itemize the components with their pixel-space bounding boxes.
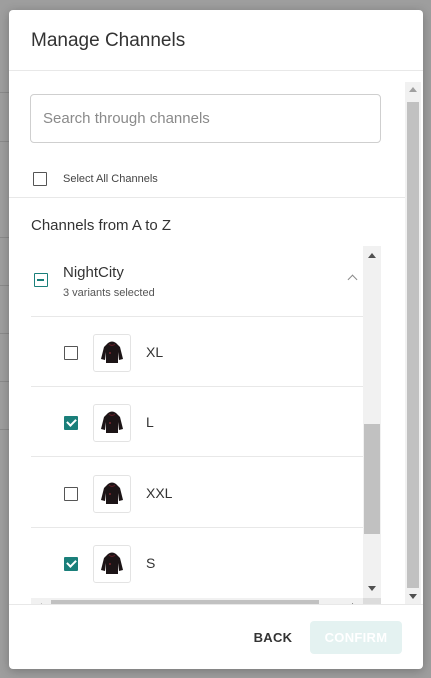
variant-row[interactable]: L	[31, 387, 363, 457]
dialog-scrollbar[interactable]	[405, 82, 421, 604]
section-divider	[9, 197, 405, 198]
variant-checkbox[interactable]	[64, 557, 78, 571]
confirm-button[interactable]: CONFIRM	[310, 621, 402, 654]
channel-list-vertical-scrollbar[interactable]	[363, 246, 381, 598]
variant-checkbox[interactable]	[64, 416, 78, 430]
hoodie-icon	[93, 404, 131, 442]
hoodie-icon	[93, 545, 131, 583]
indeterminate-checkbox-icon[interactable]	[34, 273, 48, 287]
hoodie-icon	[93, 334, 131, 372]
select-all-checkbox[interactable]	[33, 172, 47, 186]
scroll-down-arrow-icon[interactable]	[368, 586, 376, 591]
chevron-up-icon[interactable]	[347, 274, 358, 285]
variant-checkbox[interactable]	[64, 487, 78, 501]
section-heading: Channels from A to Z	[31, 217, 172, 234]
variant-label: S	[146, 555, 156, 571]
row-divider	[31, 456, 363, 457]
dialog-body: Select All Channels Channels from A to Z…	[9, 71, 423, 604]
scroll-down-arrow-icon[interactable]	[409, 594, 417, 599]
scrollbar-thumb[interactable]	[407, 102, 419, 588]
variant-label: XL	[146, 344, 164, 360]
channel-header[interactable]: NightCity 3 variants selected	[31, 246, 363, 317]
channel-variant-count: 3 variants selected	[63, 287, 155, 299]
select-all-label: Select All Channels	[63, 173, 158, 185]
variant-row[interactable]: S	[31, 528, 363, 598]
channel-list: NightCity 3 variants selected XL L XXL S	[31, 246, 381, 604]
footer-divider	[9, 604, 423, 605]
scroll-up-arrow-icon[interactable]	[368, 253, 376, 258]
dialog-title: Manage Channels	[31, 30, 186, 51]
search-input[interactable]	[30, 94, 381, 143]
scrollbar-thumb[interactable]	[364, 424, 380, 534]
select-all-row[interactable]: Select All Channels	[33, 170, 158, 188]
hoodie-icon	[93, 475, 131, 513]
variant-label: L	[146, 414, 154, 430]
manage-channels-dialog: Manage Channels Select All Channels Chan…	[9, 10, 423, 669]
scroll-up-arrow-icon[interactable]	[409, 87, 417, 92]
variant-row[interactable]: XL	[31, 317, 363, 387]
variant-row[interactable]: XXL	[31, 458, 363, 528]
channel-name: NightCity	[63, 264, 124, 281]
back-button[interactable]: BACK	[245, 621, 301, 653]
variant-label: XXL	[146, 485, 173, 501]
variant-checkbox[interactable]	[64, 346, 78, 360]
